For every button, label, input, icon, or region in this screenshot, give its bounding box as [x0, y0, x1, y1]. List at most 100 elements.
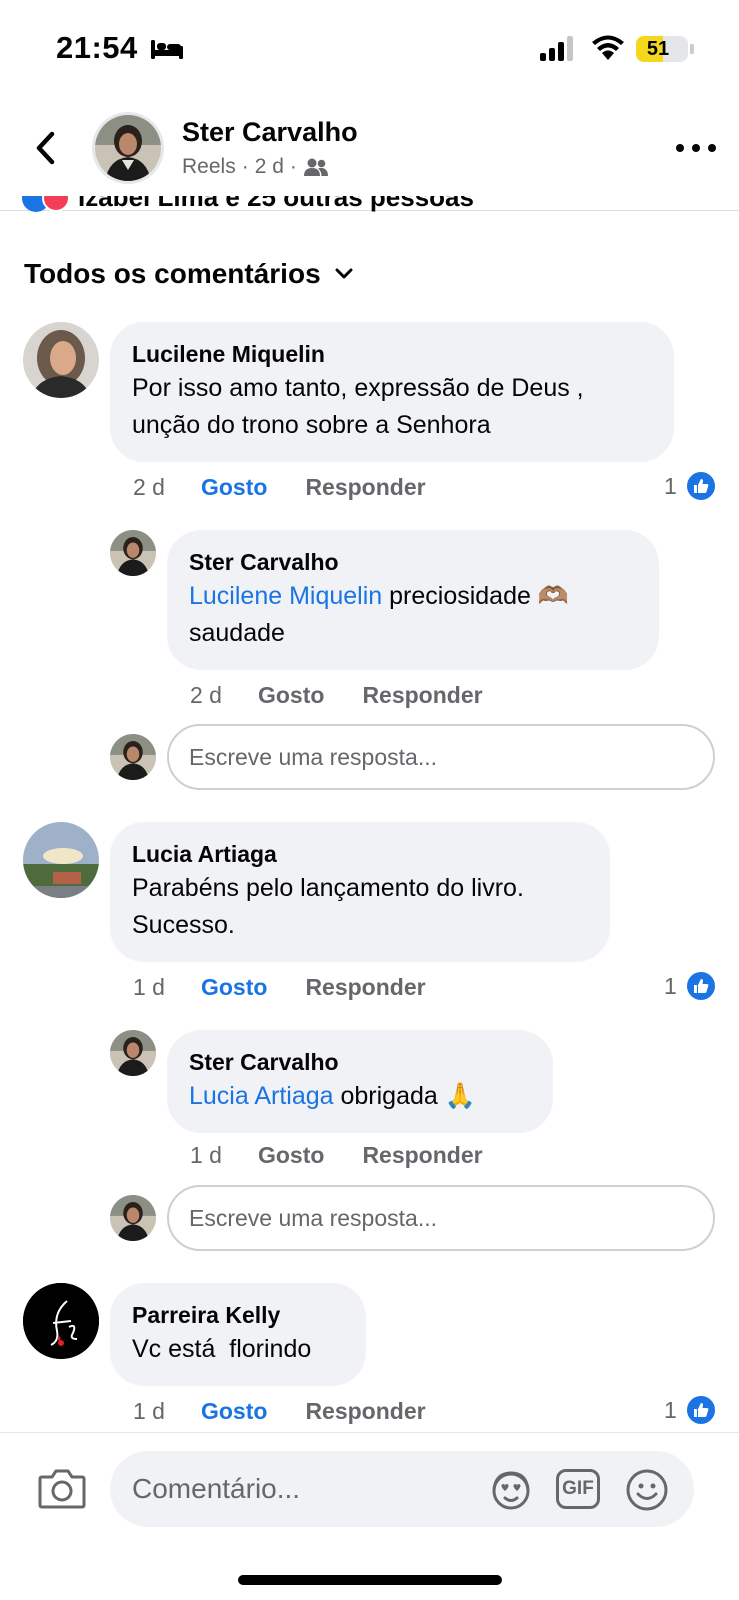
reply-author-avatar[interactable]: [110, 530, 156, 576]
comment-text: Por isso amo tanto, expressão de Deus , …: [132, 374, 584, 439]
profile-photo: [110, 530, 156, 576]
reply-text: Lucilene Miquelin preciosidade 🫶🏽 saudad…: [189, 578, 637, 652]
my-avatar: [110, 734, 156, 780]
comment-time[interactable]: 1 d: [133, 1398, 165, 1425]
comment-like-count[interactable]: 1: [664, 470, 717, 502]
comment-bubble: Lucia Artiaga Parabéns pelo lançamento d…: [110, 822, 610, 962]
comment-like-count[interactable]: 1: [664, 1394, 717, 1426]
avatar-sticker-button[interactable]: [488, 1467, 534, 1518]
chevron-down-icon: [335, 268, 353, 279]
comment-text: Vc está florindo: [132, 1335, 312, 1363]
reply-actions: 1 d Gosto Responder: [190, 1142, 483, 1169]
mention-link[interactable]: Lucilene Miquelin: [189, 582, 382, 610]
comment-actions: 1 d Gosto Responder: [133, 1398, 426, 1425]
reply-button[interactable]: Responder: [362, 1142, 482, 1169]
thumbs-up-icon: [693, 1403, 709, 1417]
thumbs-up-icon: [693, 479, 709, 493]
friends-audience-icon: [303, 158, 328, 176]
profile-photo: [110, 734, 156, 780]
more-options-button[interactable]: [676, 138, 716, 158]
reply-button[interactable]: Responder: [305, 1398, 425, 1425]
comment-author[interactable]: Lucilene Miquelin: [132, 338, 652, 370]
like-count: 1: [664, 972, 677, 999]
comment-text: Parabéns pelo lançamento do livro. Suces…: [132, 874, 524, 939]
comment-like-count[interactable]: 1: [664, 970, 717, 1002]
profile-photo: [23, 1283, 99, 1359]
camera-icon: [38, 1469, 86, 1509]
reply-time[interactable]: 1 d: [190, 1142, 222, 1169]
commenter-avatar[interactable]: [23, 1283, 99, 1359]
home-indicator[interactable]: [238, 1575, 502, 1585]
like-button[interactable]: Gosto: [258, 1142, 324, 1169]
reply-input[interactable]: Escreve uma resposta...: [167, 724, 715, 790]
love-reaction-icon: [42, 196, 70, 212]
status-time: 21:54: [56, 30, 138, 65]
thumbs-up-icon: [693, 979, 709, 993]
like-button[interactable]: Gosto: [258, 682, 324, 709]
profile-photo: [110, 1030, 156, 1076]
comment-filter-dropdown[interactable]: Todos os comentários: [24, 258, 353, 290]
commenter-avatar[interactable]: [23, 822, 99, 898]
reply-button[interactable]: Responder: [305, 474, 425, 501]
comment-composer: Comentário... GIF: [0, 1432, 739, 1600]
like-button[interactable]: Gosto: [201, 474, 267, 501]
comment-author[interactable]: Lucia Artiaga: [132, 838, 588, 870]
sleep-focus-icon: [151, 40, 183, 59]
comment-placeholder: Comentário...: [132, 1473, 301, 1504]
post-source[interactable]: Reels: [182, 155, 236, 179]
reply-bubble: Ster Carvalho Lucia Artiaga obrigada 🙏: [167, 1030, 553, 1133]
like-badge-icon: [684, 470, 717, 502]
reply-actions: 2 d Gosto Responder: [190, 682, 483, 709]
post-meta: Reels · 2 d ·: [182, 155, 329, 179]
post-age[interactable]: 2 d: [255, 155, 284, 179]
profile-photo: [110, 1195, 156, 1241]
cellular-signal-icon: [540, 36, 573, 61]
reply-author[interactable]: Ster Carvalho: [189, 546, 637, 578]
profile-photo: [23, 822, 99, 898]
comment-author[interactable]: Parreira Kelly: [132, 1299, 344, 1331]
meta-separator: ·: [289, 155, 297, 178]
profile-photo: [95, 115, 161, 181]
camera-button[interactable]: [38, 1467, 86, 1514]
reply-body: obrigada 🙏: [333, 1082, 476, 1110]
profile-photo: [23, 322, 99, 398]
battery-level: 51: [646, 38, 670, 60]
reply-button[interactable]: Responder: [305, 974, 425, 1001]
gif-button[interactable]: GIF: [556, 1469, 600, 1509]
my-avatar: [110, 1195, 156, 1241]
like-count: 1: [664, 1396, 677, 1423]
author-name[interactable]: Ster Carvalho: [182, 117, 358, 148]
post-header: Ster Carvalho Reels · 2 d ·: [0, 100, 739, 211]
comment-input[interactable]: Comentário... GIF: [110, 1451, 694, 1527]
like-button[interactable]: Gosto: [201, 974, 267, 1001]
comment-bubble: Lucilene Miquelin Por isso amo tanto, ex…: [110, 322, 674, 462]
dot: [676, 144, 684, 152]
comment-time[interactable]: 2 d: [133, 474, 165, 501]
reply-bubble: Ster Carvalho Lucilene Miquelin preciosi…: [167, 530, 659, 670]
like-button[interactable]: Gosto: [201, 1398, 267, 1425]
emoji-icon: [626, 1469, 668, 1511]
commenter-avatar[interactable]: [23, 322, 99, 398]
status-bar: 21:54 51: [0, 0, 739, 100]
like-badge-icon: [684, 970, 717, 1002]
reply-author[interactable]: Ster Carvalho: [189, 1046, 531, 1078]
reactions-summary[interactable]: Izabel Lima e 25 outras pessoas: [22, 196, 622, 218]
avatar-sticker-icon: [492, 1471, 530, 1510]
reply-author-avatar[interactable]: [110, 1030, 156, 1076]
filter-label: Todos os comentários: [24, 258, 321, 289]
reply-input[interactable]: Escreve uma resposta...: [167, 1185, 715, 1251]
comment-time[interactable]: 1 d: [133, 974, 165, 1001]
back-button[interactable]: [28, 128, 62, 168]
reply-time[interactable]: 2 d: [190, 682, 222, 709]
author-avatar[interactable]: [92, 112, 164, 184]
mention-link[interactable]: Lucia Artiaga: [189, 1082, 334, 1110]
dot: [708, 144, 716, 152]
battery-indicator: 51: [636, 36, 688, 62]
comment-actions: 2 d Gosto Responder: [133, 474, 426, 501]
meta-separator: ·: [241, 155, 249, 178]
wifi-icon: [592, 35, 624, 60]
reply-button[interactable]: Responder: [362, 682, 482, 709]
like-count: 1: [664, 472, 677, 499]
comment-bubble: Parreira Kelly Vc está florindo: [110, 1283, 366, 1386]
emoji-button[interactable]: [624, 1467, 670, 1518]
